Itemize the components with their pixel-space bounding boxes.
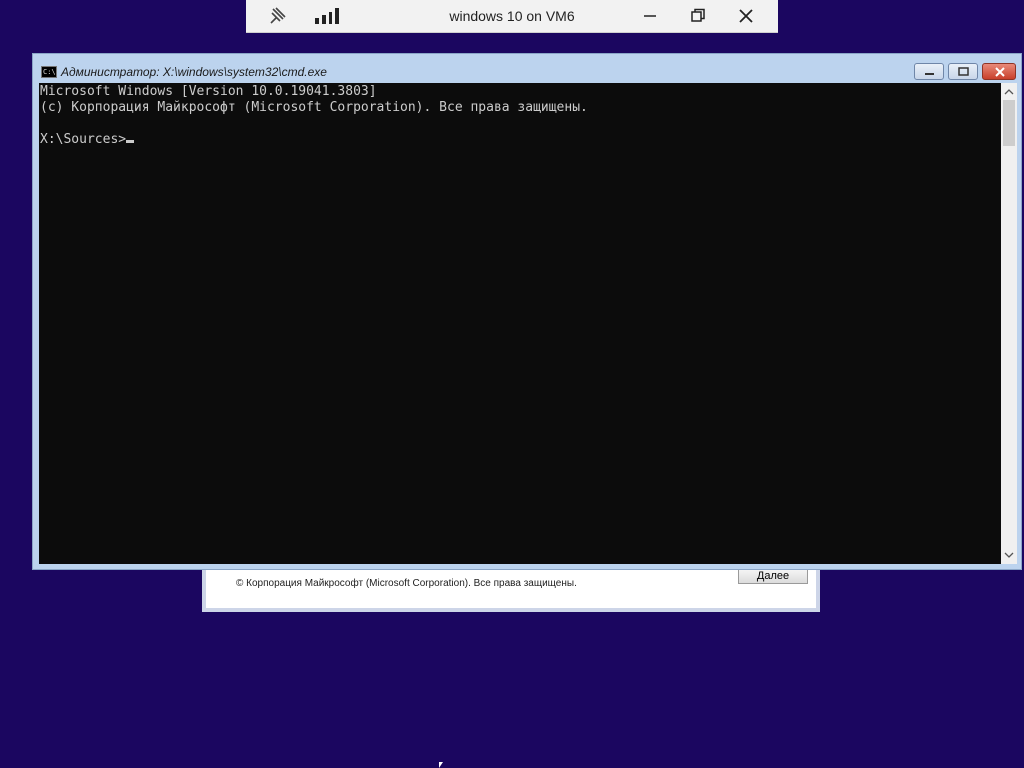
cmd-app-icon: C:\ [41,66,57,78]
minimize-button[interactable] [640,6,660,26]
vertical-scrollbar[interactable] [1001,83,1017,564]
restore-icon [691,8,705,22]
cmd-titlebar[interactable]: C:\ Администратор: X:\windows\system32\c… [33,54,1021,84]
scroll-down-icon[interactable] [1004,550,1014,560]
minimize-icon [644,15,656,17]
maximize-icon [958,67,969,76]
text-cursor [126,140,135,143]
cmd-minimize-button[interactable] [914,63,944,80]
close-icon [995,67,1005,77]
console-output[interactable]: Microsoft Windows [Version 10.0.19041.38… [39,83,1001,564]
close-icon [739,9,753,23]
command-prompt: X:\Sources> [40,132,127,147]
scroll-up-icon[interactable] [1004,87,1014,97]
close-button[interactable] [736,6,756,26]
cmd-close-button[interactable] [982,63,1016,80]
cmd-window-title: Администратор: X:\windows\system32\cmd.e… [61,65,327,79]
console-line: Microsoft Windows [Version 10.0.19041.38… [40,84,377,99]
cmd-window: C:\ Администратор: X:\windows\system32\c… [32,53,1022,570]
scrollbar-thumb[interactable] [1003,100,1015,146]
console-line: (c) Корпорация Майкрософт (Microsoft Cor… [40,100,588,115]
next-button[interactable]: Далее [738,568,808,584]
setup-copyright: © Корпорация Майкрософт (Microsoft Corpo… [236,578,577,589]
restore-button[interactable] [688,6,708,26]
pin-icon[interactable] [268,7,288,25]
cmd-maximize-button[interactable] [948,63,978,80]
mouse-pointer-icon [439,762,443,768]
minimize-icon [925,73,934,75]
signal-icon[interactable] [315,8,339,24]
